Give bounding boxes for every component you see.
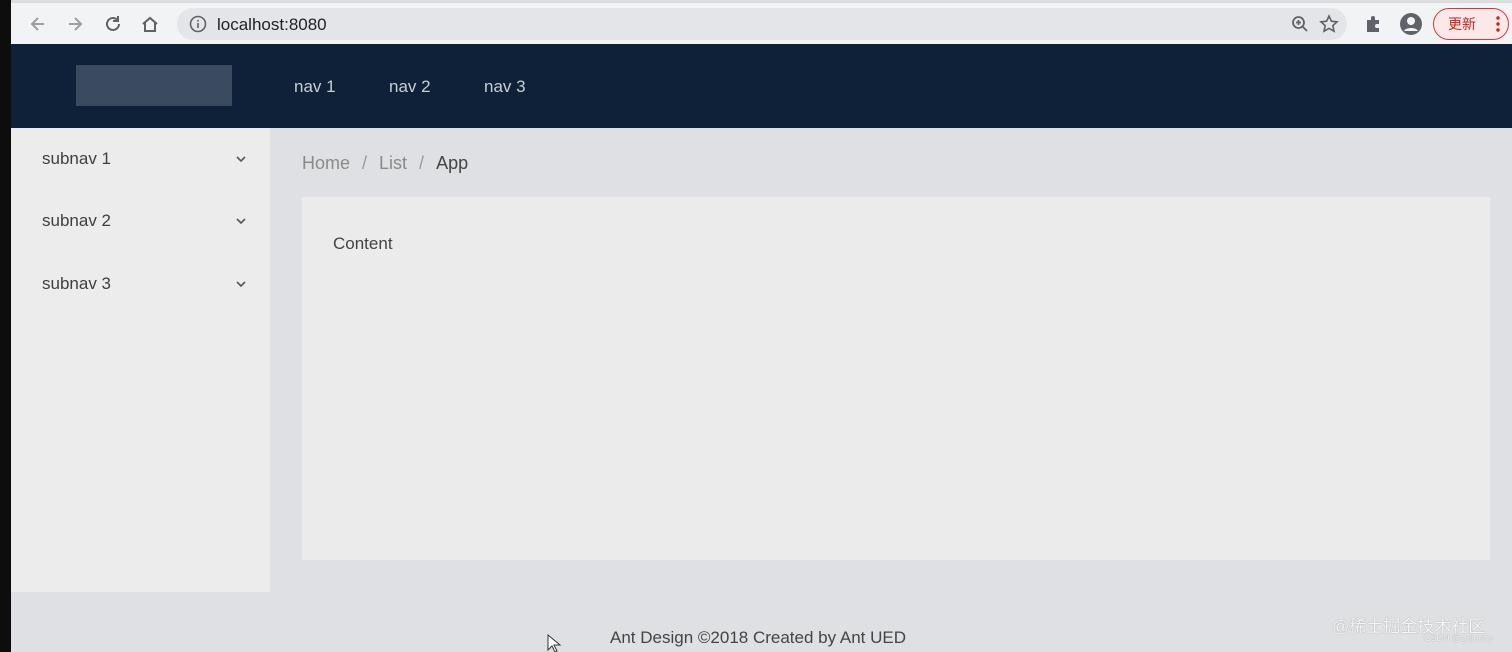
screen: localhost:8080 更新 nav 1 nav 2 nav 3 subn… [11,0,1512,652]
nav-item-2[interactable]: nav 2 [389,77,431,97]
url-text[interactable]: localhost:8080 [217,15,327,35]
more-vertical-icon[interactable] [1496,16,1500,32]
home-icon[interactable] [135,9,165,39]
forward-arrow-icon[interactable] [60,9,90,39]
watermark-sub: CSDN @gujunhe [1424,633,1494,643]
mouse-cursor-icon [547,633,563,652]
breadcrumb: Home / List / App [302,153,468,174]
breadcrumb-current: App [436,153,469,173]
chevron-down-icon [235,276,247,294]
app-header: nav 1 nav 2 nav 3 [11,44,1512,128]
update-button-label: 更新 [1448,16,1476,32]
bookmark-star-icon[interactable] [1319,14,1339,39]
breadcrumb-home[interactable]: Home [302,153,350,174]
logo [76,65,232,106]
extensions-puzzle-icon[interactable] [1358,9,1388,39]
breadcrumb-separator: / [362,153,368,173]
submenu-label: subnav 2 [42,211,111,230]
sider-submenu-2[interactable]: subnav 2 [11,201,270,241]
update-button[interactable]: 更新 [1433,8,1509,40]
footer-text: Ant Design ©2018 Created by Ant UED [610,628,907,647]
sider-submenu-3[interactable]: subnav 3 [11,264,270,304]
content-text: Content [333,234,393,253]
info-icon[interactable] [189,15,207,38]
reload-icon[interactable] [98,9,128,39]
browser-toolbar: localhost:8080 更新 [11,0,1512,44]
sider-submenu-1[interactable]: subnav 1 [11,139,270,179]
nav-item-3[interactable]: nav 3 [484,77,526,97]
address-bar[interactable]: localhost:8080 [177,8,1347,40]
profile-avatar-icon[interactable] [1396,9,1426,39]
content-area: Content [302,197,1490,560]
nav-item-1[interactable]: nav 1 [294,77,336,97]
breadcrumb-separator: / [419,153,425,173]
breadcrumb-list[interactable]: List [379,153,407,174]
chevron-down-icon [235,213,247,231]
back-arrow-icon[interactable] [23,9,53,39]
chevron-down-icon [235,151,247,169]
sider-menu: subnav 1 subnav 2 subnav 3 [11,128,270,592]
submenu-label: subnav 1 [42,149,111,168]
submenu-label: subnav 3 [42,274,111,293]
zoom-icon[interactable] [1291,15,1309,38]
